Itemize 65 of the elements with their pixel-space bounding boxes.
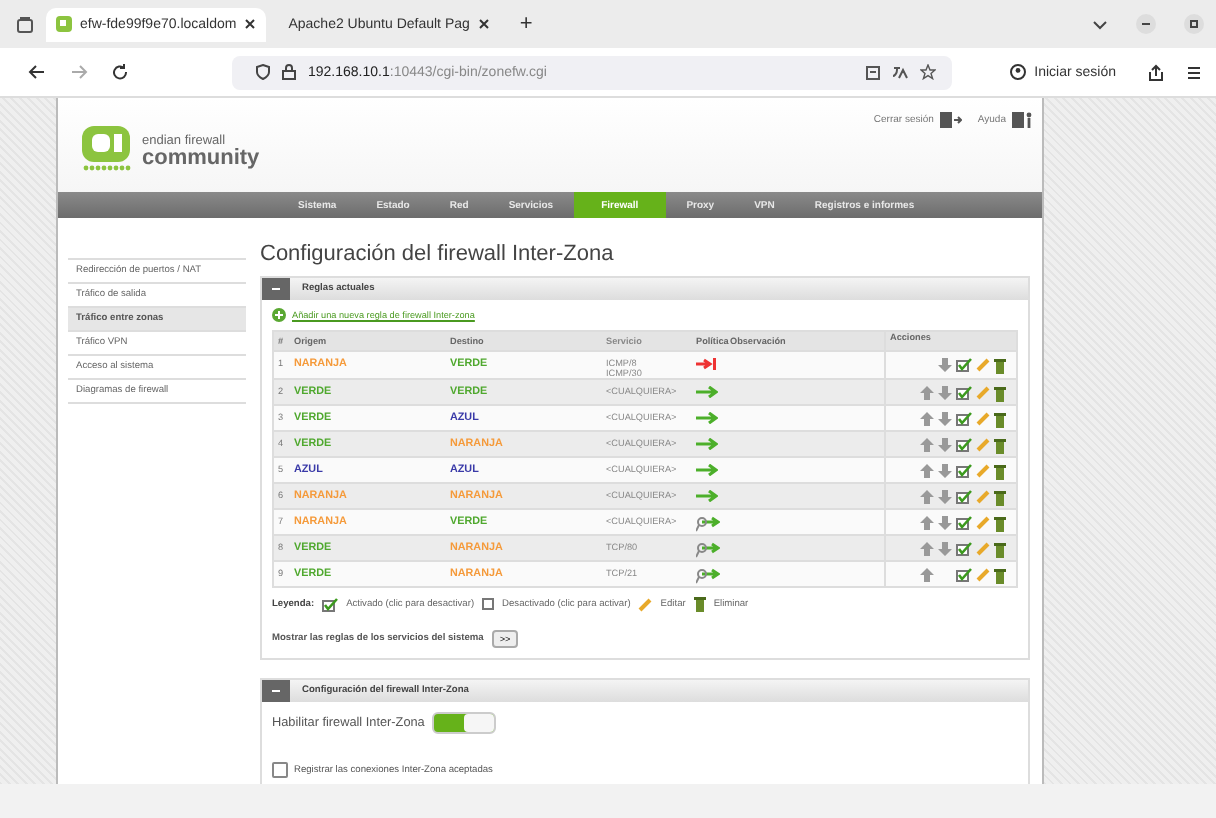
trash-icon[interactable]: [994, 358, 1006, 374]
move-up-icon[interactable]: [920, 386, 934, 400]
trash-icon[interactable]: [994, 542, 1006, 558]
move-up-icon[interactable]: [920, 516, 934, 530]
chevron-down-icon[interactable]: [1092, 19, 1108, 29]
trash-icon[interactable]: [994, 412, 1006, 428]
checkbox[interactable]: [272, 762, 288, 778]
reader-icon[interactable]: [866, 65, 880, 79]
checked-checkbox-icon[interactable]: [956, 358, 972, 372]
menu-icon[interactable]: [1188, 65, 1200, 79]
move-down-icon[interactable]: [938, 358, 952, 372]
minimize-icon[interactable]: [1136, 14, 1156, 34]
move-up-icon[interactable]: [920, 542, 934, 556]
translate-icon[interactable]: [892, 65, 908, 79]
move-down-icon[interactable]: [938, 386, 952, 400]
move-down-icon[interactable]: [938, 542, 952, 556]
exit-door-icon: [939, 112, 962, 128]
move-up-icon[interactable]: [920, 464, 934, 478]
move-up-icon[interactable]: [920, 438, 934, 452]
add-icon: [272, 308, 286, 322]
account-icon: [1010, 64, 1027, 80]
pencil-icon: [638, 597, 653, 611]
move-down-icon[interactable]: [938, 438, 952, 452]
share-icon[interactable]: [1148, 63, 1164, 81]
shield-icon: [256, 64, 270, 80]
checked-checkbox-icon[interactable]: [956, 386, 972, 400]
toggle-switch[interactable]: [432, 712, 497, 734]
move-up-icon[interactable]: [920, 412, 934, 426]
star-icon[interactable]: [920, 64, 936, 80]
empty-checkbox-icon: [482, 598, 495, 610]
close-icon[interactable]: [477, 18, 490, 30]
checked-checkbox-icon[interactable]: [956, 412, 972, 426]
close-icon[interactable]: [244, 18, 257, 30]
trash-icon: [693, 596, 706, 612]
checked-checkbox-icon[interactable]: [956, 464, 972, 478]
checked-checkbox-icon[interactable]: [956, 542, 972, 556]
collapse-icon[interactable]: [262, 278, 290, 300]
lock-icon: [282, 64, 296, 80]
trash-icon[interactable]: [994, 464, 1006, 480]
trash-icon[interactable]: [994, 386, 1006, 402]
site-icon: [56, 16, 72, 32]
checked-checkbox-icon[interactable]: [956, 516, 972, 530]
move-up-icon[interactable]: [920, 490, 934, 504]
checked-checkbox-icon: [322, 597, 339, 611]
forward-icon[interactable]: [70, 64, 88, 80]
move-down-icon[interactable]: [938, 412, 952, 426]
back-icon[interactable]: [28, 64, 46, 80]
move-down-icon[interactable]: [938, 464, 952, 478]
trash-icon[interactable]: [994, 490, 1006, 506]
tab-list-icon[interactable]: [16, 15, 34, 33]
trash-icon[interactable]: [994, 516, 1006, 532]
move-up-icon[interactable]: [920, 568, 934, 582]
checked-checkbox-icon[interactable]: [956, 438, 972, 452]
move-down-icon[interactable]: [938, 490, 952, 504]
restore-icon[interactable]: [1184, 14, 1204, 34]
move-down-icon[interactable]: [938, 516, 952, 530]
collapse-icon[interactable]: [262, 680, 290, 702]
checked-checkbox-icon[interactable]: [956, 490, 972, 504]
reload-icon[interactable]: [112, 64, 128, 80]
checked-checkbox-icon[interactable]: [956, 568, 972, 582]
new-tab-button[interactable]: +: [511, 12, 541, 36]
help-person-icon: [1012, 112, 1032, 128]
page-title: Configuración del firewall Inter-Zona: [260, 242, 616, 266]
trash-icon[interactable]: [994, 438, 1006, 454]
trash-icon[interactable]: [994, 568, 1006, 584]
